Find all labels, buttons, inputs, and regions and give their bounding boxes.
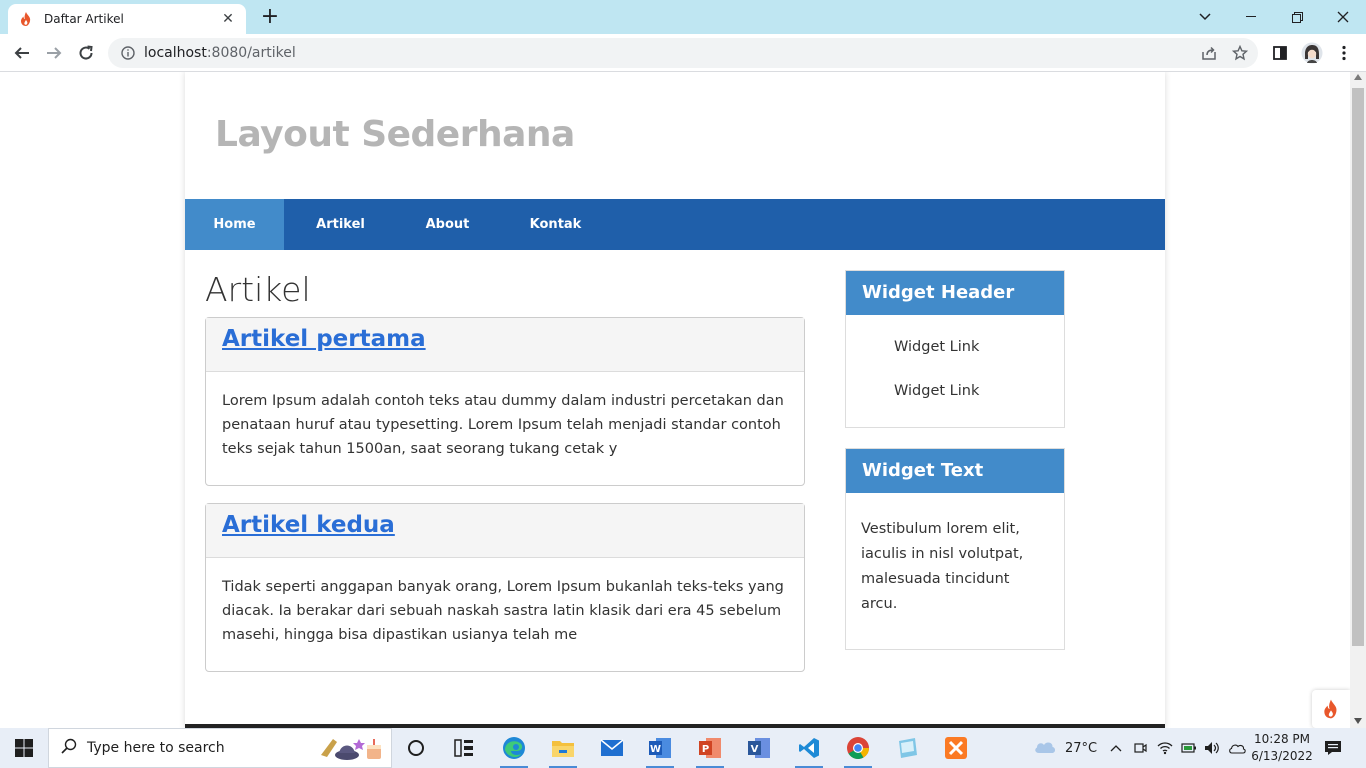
close-tab-icon[interactable]: ✕: [220, 11, 236, 27]
article-title-link[interactable]: Artikel pertama: [222, 326, 426, 352]
system-clock[interactable]: 10:28 PM 6/13/2022: [1246, 731, 1318, 765]
bookmark-star-icon[interactable]: [1227, 40, 1253, 66]
search-icon: [61, 738, 77, 758]
widget-header: Widget Text: [846, 449, 1064, 493]
scroll-down-arrow-icon[interactable]: [1354, 718, 1362, 724]
restore-button[interactable]: [1274, 0, 1320, 34]
main-content: Artikel Artikel pertama Lorem Ipsum adal…: [205, 270, 805, 689]
cortana-icon[interactable]: [396, 732, 436, 764]
nav-kontak[interactable]: Kontak: [498, 199, 613, 250]
main-nav: Home Artikel About Kontak: [185, 199, 1165, 250]
flame-favicon-icon: [18, 11, 34, 27]
svg-text:W: W: [650, 744, 661, 755]
svg-text:P: P: [702, 744, 709, 755]
page-scrollbar[interactable]: [1350, 72, 1366, 728]
close-window-button[interactable]: [1320, 0, 1366, 34]
address-bar[interactable]: localhost:8080/artikel: [108, 38, 1258, 68]
battery-icon[interactable]: [1179, 728, 1199, 768]
article-card: Artikel pertama Lorem Ipsum adalah conto…: [205, 317, 805, 486]
url-text: localhost:8080/artikel: [144, 45, 296, 61]
chrome-icon[interactable]: [838, 732, 878, 768]
site-title: Layout Sederhana: [215, 114, 575, 155]
browser-tab-strip: Daftar Artikel ✕ +: [0, 0, 1366, 34]
sidebar: Widget Header Widget Link Widget Link Wi…: [845, 270, 1065, 670]
volume-icon[interactable]: [1202, 728, 1222, 768]
page-viewport: Layout Sederhana Home Artikel About Kont…: [0, 72, 1350, 728]
edge-browser-icon[interactable]: [494, 732, 534, 768]
notification-center-icon[interactable]: [1320, 728, 1346, 768]
browser-tab[interactable]: Daftar Artikel ✕: [8, 4, 246, 34]
article-body: Lorem Ipsum adalah contoh teks atau dumm…: [222, 393, 784, 457]
forward-arrow-icon[interactable]: [40, 39, 68, 67]
cloud-weather-icon: [1033, 738, 1057, 758]
new-tab-button[interactable]: +: [258, 6, 282, 30]
back-arrow-icon[interactable]: [8, 39, 36, 67]
xampp-icon[interactable]: [936, 732, 976, 764]
article-header: Artikel pertama: [206, 318, 804, 372]
taskbar: Type here to search W P V 27°C 10:28 PM …: [0, 728, 1366, 768]
flame-debug-toolbar-icon[interactable]: [1312, 690, 1350, 728]
widget-header: Widget Header: [846, 271, 1064, 315]
widget-text: Widget Text Vestibulum lorem elit, iacul…: [845, 448, 1065, 650]
chevron-up-icon[interactable]: [1106, 728, 1126, 768]
vscode-icon[interactable]: [789, 732, 829, 768]
nav-home[interactable]: Home: [185, 199, 284, 250]
widget-links: Widget Header Widget Link Widget Link: [845, 270, 1065, 428]
widget-link[interactable]: Widget Link: [894, 325, 1064, 369]
browser-toolbar: localhost:8080/artikel: [0, 34, 1366, 72]
search-placeholder: Type here to search: [87, 740, 225, 756]
onedrive-cloud-icon[interactable]: [1226, 728, 1248, 768]
visio-icon[interactable]: V: [739, 732, 779, 764]
share-icon[interactable]: [1196, 40, 1222, 66]
article-body: Tidak seperti anggapan banyak orang, Lor…: [222, 579, 784, 643]
tab-search-chevron-icon[interactable]: [1182, 0, 1228, 34]
nav-artikel[interactable]: Artikel: [284, 199, 397, 250]
widget-link[interactable]: Widget Link: [894, 369, 1064, 413]
mail-icon[interactable]: [592, 732, 632, 764]
kebab-menu-icon[interactable]: [1331, 40, 1357, 66]
tab-title: Daftar Artikel: [44, 12, 124, 26]
scrollbar-thumb[interactable]: [1352, 88, 1364, 646]
site-info-icon[interactable]: [120, 45, 136, 61]
widget-text-body: Vestibulum lorem elit, iaculis in nisl v…: [861, 521, 1024, 612]
nav-about[interactable]: About: [397, 199, 498, 250]
search-highlight-doodle-icon: [317, 733, 385, 767]
clock-time: 10:28 PM: [1254, 732, 1310, 746]
scroll-up-arrow-icon[interactable]: [1354, 74, 1362, 80]
page-container: Layout Sederhana Home Artikel About Kont…: [185, 72, 1165, 728]
file-explorer-icon[interactable]: [543, 732, 583, 768]
minimize-button[interactable]: [1228, 0, 1274, 34]
article-title-link[interactable]: Artikel kedua: [222, 512, 395, 538]
taskbar-search-box[interactable]: Type here to search: [48, 728, 392, 768]
task-view-icon[interactable]: [444, 732, 484, 764]
temperature-label: 27°C: [1064, 740, 1098, 756]
profile-avatar[interactable]: [1299, 40, 1325, 66]
meet-now-icon[interactable]: [1130, 728, 1150, 768]
word-icon[interactable]: W: [640, 732, 680, 768]
windows-start-icon[interactable]: [0, 728, 48, 768]
article-card: Artikel kedua Tidak seperti anggapan ban…: [205, 503, 805, 672]
svg-text:V: V: [751, 744, 759, 755]
network-wifi-icon[interactable]: [1155, 728, 1175, 768]
side-panel-icon[interactable]: [1267, 40, 1293, 66]
article-header: Artikel kedua: [206, 504, 804, 558]
notepad-icon[interactable]: [887, 732, 927, 764]
reload-icon[interactable]: [72, 39, 100, 67]
clock-date: 6/13/2022: [1251, 749, 1313, 763]
powerpoint-icon[interactable]: P: [690, 732, 730, 768]
section-heading: Artikel: [205, 270, 311, 309]
weather-widget[interactable]: 27°C: [1030, 728, 1100, 768]
